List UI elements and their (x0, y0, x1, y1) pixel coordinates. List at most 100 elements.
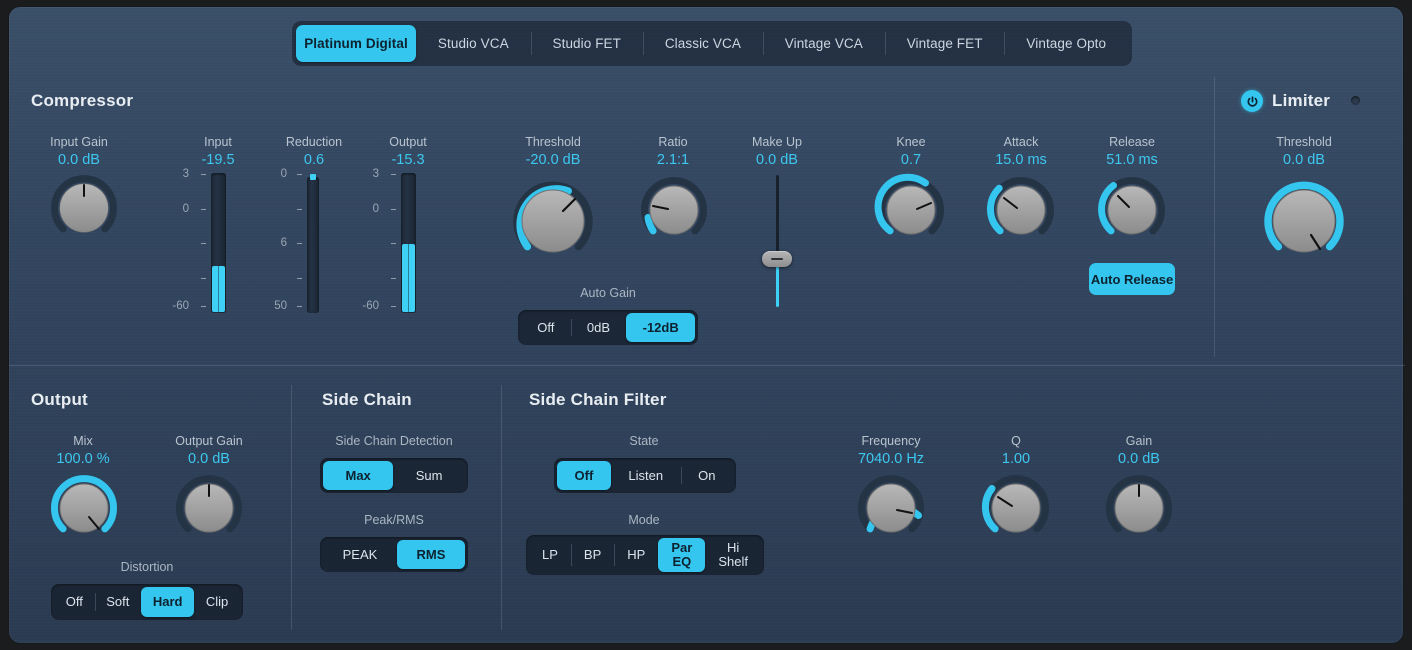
distortion-option-off[interactable]: Off (54, 587, 95, 617)
reduction-tick-3 (297, 243, 302, 244)
tab-vintage-vca[interactable]: Vintage VCA (763, 25, 885, 62)
mix-label: Mix (23, 434, 143, 448)
threshold-value: -20.0 dB (493, 152, 613, 168)
ratio-knob[interactable] (639, 175, 709, 245)
side-chain-section-title: Side Chain (322, 390, 412, 410)
auto-gain-label: Auto Gain (518, 286, 698, 300)
input-tick-1 (201, 174, 206, 175)
input-gain-label: Input Gain (19, 135, 139, 149)
output-gain-knob[interactable] (174, 473, 244, 543)
filter-state-segmented-control[interactable]: Off Listen On (554, 458, 736, 493)
distortion-segmented-control[interactable]: Off Soft Hard Clip (51, 584, 243, 620)
knee-knob[interactable] (876, 175, 946, 245)
tab-platinum-digital[interactable]: Platinum Digital (296, 25, 416, 62)
filter-mode-option-lp[interactable]: LP (529, 538, 571, 572)
output-scale-3: 3 (354, 168, 379, 180)
side-chain-filter-section-title: Side Chain Filter (529, 390, 667, 410)
reduction-scale-0: 0 (262, 168, 287, 180)
output-scale-60: -60 (347, 300, 379, 312)
filter-gain-knob[interactable] (1104, 473, 1174, 543)
knee-label: Knee (851, 135, 971, 149)
output-tick-2 (391, 209, 396, 210)
input-scale-60: -60 (157, 300, 189, 312)
peak-rms-label: Peak/RMS (309, 513, 479, 527)
mix-knob[interactable] (49, 473, 119, 543)
tab-studio-vca[interactable]: Studio VCA (416, 25, 531, 62)
filter-state-option-listen[interactable]: Listen (611, 461, 681, 490)
make-up-value: 0.0 dB (717, 152, 837, 168)
threshold-knob[interactable] (507, 175, 599, 267)
tab-label: Classic VCA (665, 36, 741, 51)
make-up-slider[interactable] (762, 175, 792, 307)
auto-gain-option-minus12db[interactable]: -12dB (626, 313, 695, 342)
reduction-scale-6: 6 (262, 237, 287, 249)
input-scale-3: 3 (164, 168, 189, 180)
auto-gain-segmented-control[interactable]: Off 0dB -12dB (518, 310, 698, 345)
detection-option-sum[interactable]: Sum (393, 461, 465, 490)
filter-mode-segmented-control[interactable]: LP BP HP Par EQ Hi Shelf (526, 535, 764, 575)
input-tick-5 (201, 306, 206, 307)
peak-rms-segmented-control[interactable]: PEAK RMS (320, 537, 468, 572)
reduction-meter-track (307, 177, 319, 313)
reduction-tick-5 (297, 306, 302, 307)
release-label: Release (1072, 135, 1192, 149)
tab-label: Vintage VCA (785, 36, 863, 51)
output-tick-1 (391, 174, 396, 175)
auto-release-button[interactable]: Auto Release (1089, 263, 1175, 295)
tab-classic-vca[interactable]: Classic VCA (643, 25, 763, 62)
attack-label: Attack (961, 135, 1081, 149)
filter-state-label: State (554, 434, 734, 448)
release-knob[interactable] (1097, 175, 1167, 245)
q-knob[interactable] (981, 473, 1051, 543)
input-meter-fill (212, 266, 225, 312)
reduction-tick-1 (297, 174, 302, 175)
make-up-slider-handle[interactable] (762, 251, 792, 267)
tab-label: Studio FET (552, 36, 621, 51)
output-tick-3 (391, 243, 396, 244)
divider-horizontal-main (9, 365, 1405, 366)
frequency-knob[interactable] (856, 473, 926, 543)
tab-studio-fet[interactable]: Studio FET (531, 25, 643, 62)
tab-vintage-fet[interactable]: Vintage FET (885, 25, 1005, 62)
limiter-status-led (1351, 96, 1360, 105)
output-tick-4 (391, 278, 396, 279)
output-tick-5 (391, 306, 396, 307)
auto-gain-option-0db[interactable]: 0dB (571, 313, 627, 342)
auto-gain-option-off[interactable]: Off (521, 313, 571, 342)
attack-value: 15.0 ms (961, 152, 1081, 168)
filter-mode-option-bp[interactable]: BP (571, 538, 614, 572)
input-tick-2 (201, 209, 206, 210)
reduction-meter (307, 177, 319, 313)
output-meter-label: Output (348, 135, 468, 149)
filter-gain-label: Gain (1079, 434, 1199, 448)
filter-mode-option-par-eq[interactable]: Par EQ (658, 538, 705, 572)
tab-label: Studio VCA (438, 36, 509, 51)
model-tab-bar[interactable]: Platinum Digital Studio VCA Studio FET C… (292, 21, 1132, 66)
tab-label: Vintage Opto (1026, 36, 1106, 51)
reduction-indicator-dot (310, 174, 316, 180)
limiter-threshold-knob[interactable] (1258, 175, 1350, 267)
tab-vintage-opto[interactable]: Vintage Opto (1004, 25, 1128, 62)
distortion-option-clip[interactable]: Clip (194, 587, 240, 617)
reduction-tick-2 (297, 209, 302, 210)
filter-state-option-on[interactable]: On (681, 461, 733, 490)
detection-option-max[interactable]: Max (323, 461, 393, 490)
compressor-section-title: Compressor (31, 91, 133, 111)
limiter-power-button[interactable] (1241, 90, 1263, 112)
side-chain-detection-segmented-control[interactable]: Max Sum (320, 458, 468, 493)
filter-mode-option-hi-shelf[interactable]: Hi Shelf (705, 538, 761, 572)
peak-rms-option-peak[interactable]: PEAK (323, 540, 397, 569)
output-section-title: Output (31, 390, 88, 410)
distortion-option-soft[interactable]: Soft (95, 587, 142, 617)
output-meter (401, 173, 416, 313)
frequency-label: Frequency (831, 434, 951, 448)
mix-value: 100.0 % (23, 451, 143, 467)
attack-knob[interactable] (986, 175, 1056, 245)
ratio-label: Ratio (613, 135, 733, 149)
peak-rms-option-rms[interactable]: RMS (397, 540, 465, 569)
side-chain-detection-label: Side Chain Detection (309, 434, 479, 448)
input-gain-knob[interactable] (49, 173, 119, 243)
distortion-option-hard[interactable]: Hard (141, 587, 194, 617)
filter-mode-option-hp[interactable]: HP (614, 538, 658, 572)
filter-state-option-off[interactable]: Off (557, 461, 611, 490)
